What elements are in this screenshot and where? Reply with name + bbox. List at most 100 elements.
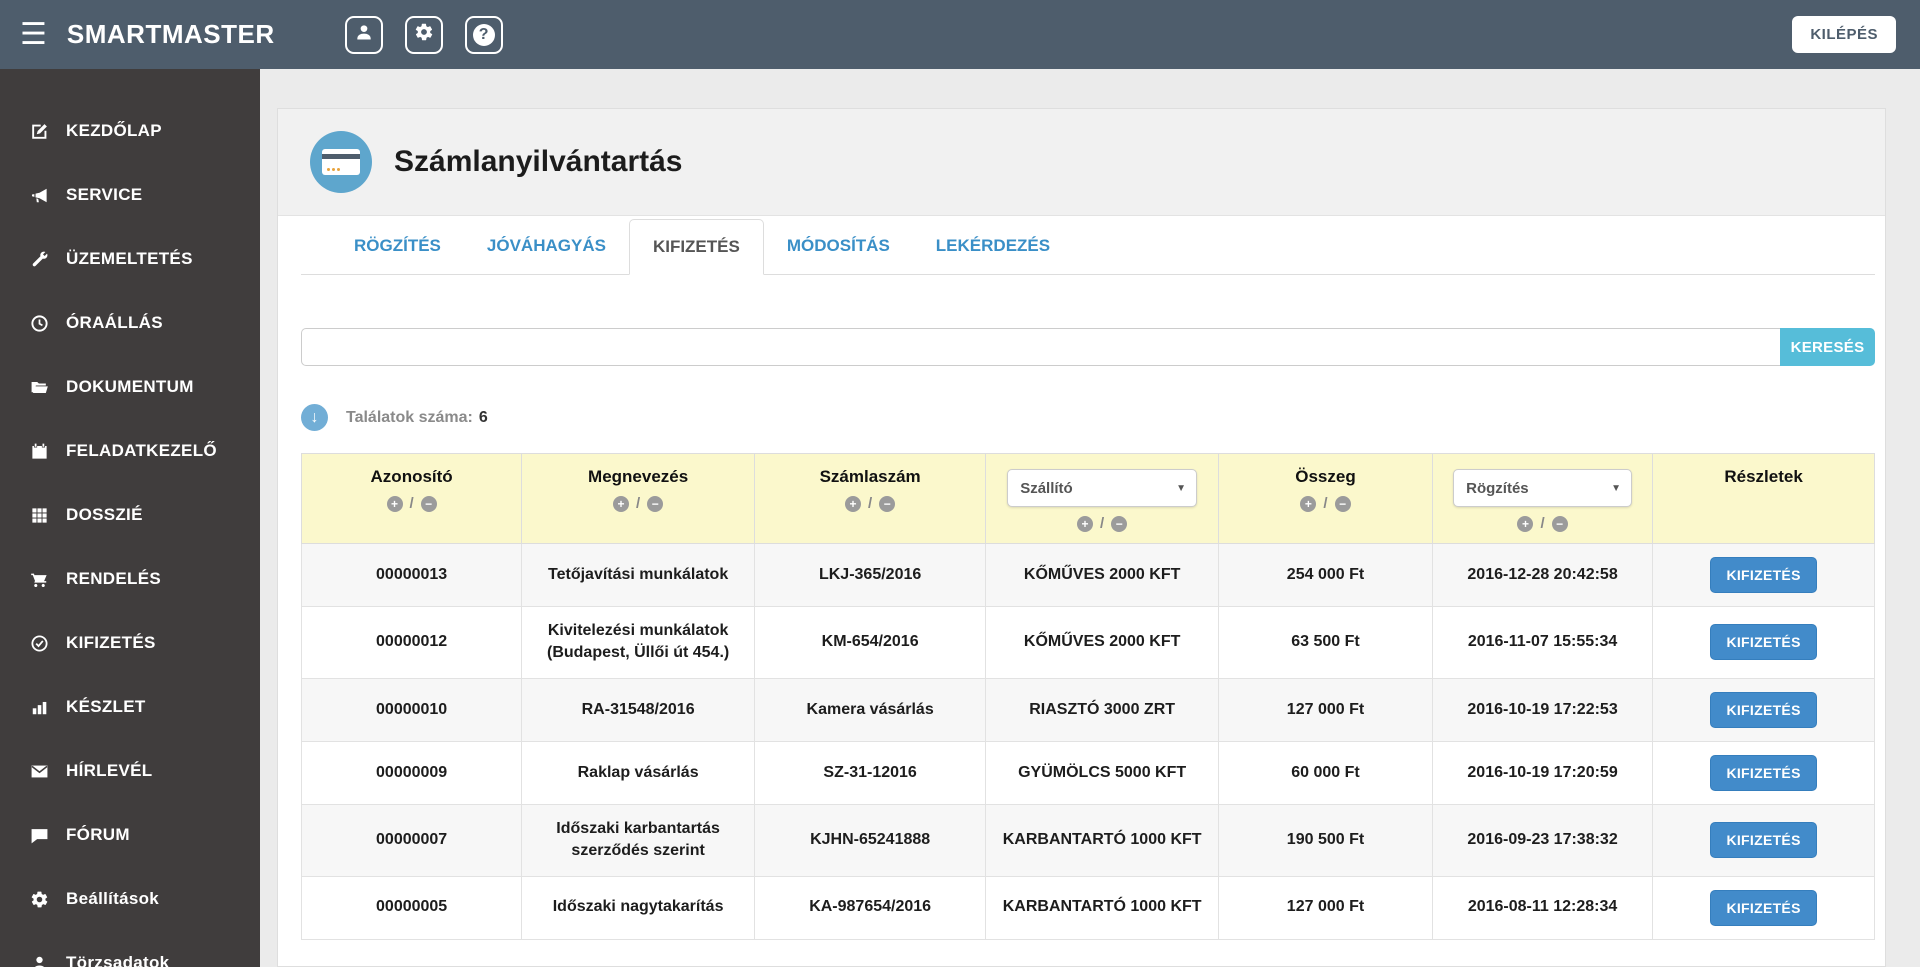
user-button[interactable]: [344, 15, 383, 54]
sidebar-item-t-rzsadatok[interactable]: Törzsadatok: [0, 931, 260, 967]
wrench-icon: [26, 250, 52, 269]
sort-separator: /: [868, 495, 873, 512]
sort-ascending-icon[interactable]: +: [845, 495, 862, 512]
tab-bar: RÖGZÍTÉS JÓVÁHAGYÁS KIFIZETÉS MÓDOSÍTÁS LEKÉ…: [301, 219, 1875, 275]
cell-invoice: KA-987654/2016: [754, 875, 987, 940]
sidebar-item-label: Törzsadatok: [66, 953, 170, 967]
column-label: Számlaszám: [819, 467, 921, 486]
sidebar-item-kifizet-s[interactable]: KIFIZETÉS: [0, 611, 260, 675]
sidebar-item-dokumentum[interactable]: DOKUMENTUM: [0, 355, 260, 419]
cell-supplier: KARBANTARTÓ 1000 KFT: [985, 803, 1220, 877]
cell-invoice: SZ-31-12016: [754, 740, 987, 805]
sort-ascending-icon[interactable]: +: [613, 495, 630, 512]
cell-recorded: 2016-08-11 12:28:34: [1431, 875, 1654, 940]
clock-icon: [26, 314, 52, 333]
filter-dropdown-sz-ll-t-[interactable]: Szállító ▼: [1007, 469, 1198, 507]
pay-button[interactable]: KIFIZETÉS: [1710, 691, 1817, 728]
sidebar-item-be-ll-t-sok[interactable]: Beállítások: [0, 867, 260, 931]
sort-descending-icon[interactable]: −: [879, 495, 896, 512]
invoice-table: Azonosító + / − Megnevezés + / − Számlaszám + / − Sz…: [300, 453, 1875, 940]
sort-ascending-icon[interactable]: +: [386, 495, 403, 512]
topbar-icon-group: ?: [344, 15, 503, 54]
tab-jóváhagyás[interactable]: JÓVÁHAGYÁS: [464, 219, 629, 273]
sidebar-item-feladatkezel-[interactable]: FELADATKEZELŐ: [0, 419, 260, 483]
cell-id: 00000012: [300, 606, 523, 679]
comment-icon: [26, 826, 52, 845]
cell-name: RA-31548/2016: [521, 677, 756, 742]
sort-descending-icon[interactable]: −: [1551, 515, 1568, 532]
column-header-megnevez-s: Megnevezés + / −: [521, 453, 756, 544]
sidebar-item-f-rum[interactable]: FÓRUM: [0, 803, 260, 867]
search-button[interactable]: KERESÉS: [1780, 328, 1875, 366]
cell-recorded: 2016-12-28 20:42:58: [1431, 543, 1654, 607]
help-button[interactable]: ?: [464, 15, 503, 54]
cell-recorded: 2016-09-23 17:38:32: [1431, 803, 1654, 877]
pay-button[interactable]: KIFIZETÉS: [1710, 754, 1817, 791]
results-count: 6: [478, 408, 488, 426]
sidebar-item-label: DOSSZIÉ: [66, 505, 143, 524]
cell-supplier: KŐMŰVES 2000 KFT: [985, 606, 1220, 679]
dropdown-selected-value: Rögzítés: [1466, 479, 1529, 497]
cell-action: KIFIZETÉS: [1652, 606, 1875, 679]
pay-button[interactable]: KIFIZETÉS: [1710, 822, 1817, 859]
cell-amount: 127 000 Ft: [1218, 677, 1433, 742]
credit-card-icon: [310, 131, 372, 193]
table-row: 00000013 Tetőjavítási munkálatok LKJ-365/2…: [300, 543, 1875, 607]
cell-invoice: KM-654/2016: [754, 606, 987, 679]
sidebar-item-label: KEZDŐLAP: [66, 121, 162, 140]
sort-ascending-icon[interactable]: +: [1077, 515, 1094, 532]
sidebar-item-label: HÍRLEVÉL: [66, 761, 153, 780]
pay-button[interactable]: KIFIZETÉS: [1710, 624, 1817, 661]
sidebar-item--zemeltet-s[interactable]: ÜZEMELTETÉS: [0, 227, 260, 291]
table-row: 00000005 Időszaki nagytakarítás KA-987654/…: [300, 875, 1875, 940]
cell-amount: 60 000 Ft: [1218, 740, 1433, 805]
sort-ascending-icon[interactable]: +: [1517, 515, 1534, 532]
cell-name: Raklap vásárlás: [521, 740, 756, 805]
page-title: Számlanyilvántartás: [394, 145, 683, 178]
tab-kifizetés[interactable]: KIFIZETÉS: [628, 219, 764, 275]
sort-descending-icon[interactable]: −: [420, 495, 437, 512]
sidebar-item-service[interactable]: SERVICE: [0, 163, 260, 227]
cell-amount: 190 500 Ft: [1218, 803, 1433, 877]
sidebar-item-label: ÜZEMELTETÉS: [66, 249, 193, 268]
cell-supplier: KŐMŰVES 2000 KFT: [985, 543, 1220, 607]
sort-descending-icon[interactable]: −: [1111, 515, 1128, 532]
down-arrow-circle-icon[interactable]: ↓: [301, 404, 328, 431]
sidebar-item-k-szlet[interactable]: KÉSZLET: [0, 675, 260, 739]
content-card: Számlanyilvántartás RÖGZÍTÉS JÓVÁHAGYÁS KI…: [277, 108, 1886, 967]
settings-button[interactable]: [404, 15, 443, 54]
cell-supplier: KARBANTARTÓ 1000 KFT: [985, 875, 1220, 940]
hamburger-icon[interactable]: ☰: [20, 19, 47, 50]
gear-icon: [26, 890, 52, 909]
logout-button[interactable]: KILÉPÉS: [1792, 16, 1896, 53]
filter-dropdown-r-gz-t-s[interactable]: Rögzítés ▼: [1453, 469, 1632, 507]
tab-módosítás[interactable]: MÓDOSÍTÁS: [764, 219, 913, 273]
sidebar-item-kezd-lap[interactable]: KEZDŐLAP: [0, 99, 260, 163]
column-header-r-gz-t-s: Rögzítés ▼ + / −: [1431, 453, 1654, 544]
cell-amount: 254 000 Ft: [1218, 543, 1433, 607]
help-icon: ?: [472, 23, 495, 46]
sidebar-item-rendel-s[interactable]: RENDELÉS: [0, 547, 260, 611]
pay-button[interactable]: KIFIZETÉS: [1710, 557, 1817, 593]
sort-descending-icon[interactable]: −: [1334, 495, 1351, 512]
sort-separator: /: [409, 495, 414, 512]
sort-ascending-icon[interactable]: +: [1300, 495, 1317, 512]
results-summary: ↓ Találatok száma: 6: [301, 404, 1875, 431]
tab-rögzítés[interactable]: RÖGZÍTÉS: [331, 219, 464, 273]
pay-button[interactable]: KIFIZETÉS: [1710, 889, 1817, 926]
tab-lekérdezés[interactable]: LEKÉRDEZÉS: [913, 219, 1073, 273]
sidebar-item-h-rlev-l[interactable]: HÍRLEVÉL: [0, 739, 260, 803]
sidebar-item--ra-ll-s[interactable]: ÓRAÁLLÁS: [0, 291, 260, 355]
sort-separator: /: [1540, 515, 1545, 532]
cell-action: KIFIZETÉS: [1652, 543, 1875, 607]
table-row: 00000009 Raklap vásárlás SZ-31-12016 GYÜMÖL…: [300, 740, 1875, 805]
sort-descending-icon[interactable]: −: [647, 495, 664, 512]
calendar-icon: [26, 442, 52, 461]
search-input[interactable]: [301, 328, 1780, 366]
cell-id: 00000005: [300, 875, 523, 940]
column-label: Azonosító: [370, 467, 453, 486]
column-label: Részletek: [1724, 467, 1803, 486]
cell-recorded: 2016-10-19 17:20:59: [1431, 740, 1654, 805]
cell-amount: 127 000 Ft: [1218, 875, 1433, 940]
sidebar-item-dosszi-[interactable]: DOSSZIÉ: [0, 483, 260, 547]
